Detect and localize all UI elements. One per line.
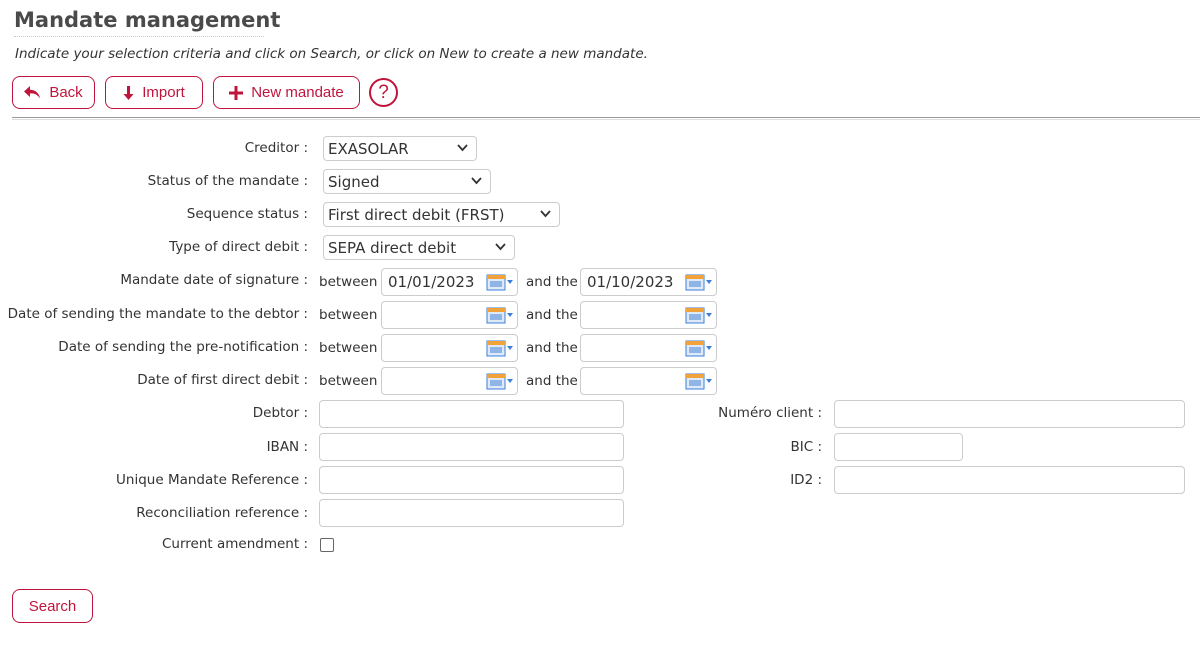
new-mandate-button[interactable]: New mandate: [213, 76, 360, 109]
client-number-input[interactable]: [834, 400, 1185, 428]
sequence-select[interactable]: First direct debit (FRST): [323, 202, 560, 227]
current-amendment-label: Current amendment :: [162, 536, 308, 552]
signature-to-value: 01/10/2023: [587, 273, 674, 291]
prenotification-date-to[interactable]: [580, 334, 717, 362]
and-the-text: and the: [526, 340, 578, 356]
back-label: Back: [49, 84, 83, 101]
page-subtitle: Indicate your selection criteria and cli…: [15, 46, 648, 62]
plus-icon: [229, 85, 244, 100]
sequence-value: First direct debit (FRST): [328, 205, 505, 224]
back-button[interactable]: Back: [12, 76, 95, 109]
calendar-icon[interactable]: [685, 274, 714, 291]
chevron-down-icon: [457, 144, 468, 152]
first-debit-date-to[interactable]: [580, 367, 717, 395]
signature-date-label: Mandate date of signature :: [120, 272, 308, 288]
signature-from-value: 01/01/2023: [388, 273, 475, 291]
toolbar-divider: [12, 117, 1200, 120]
back-arrow-icon: [24, 86, 41, 99]
new-mandate-label: New mandate: [251, 84, 344, 101]
bic-label: BIC :: [790, 439, 822, 455]
between-text: between: [319, 373, 378, 389]
umr-input[interactable]: [319, 466, 624, 494]
search-button[interactable]: Search: [12, 589, 93, 623]
and-the-text: and the: [526, 373, 578, 389]
between-text: between: [319, 340, 378, 356]
help-icon[interactable]: ?: [369, 78, 398, 107]
calendar-icon[interactable]: [685, 340, 714, 357]
id2-label: ID2 :: [790, 472, 822, 488]
sending-date-from[interactable]: [381, 301, 518, 329]
calendar-icon[interactable]: [486, 274, 515, 291]
prenotification-date-from[interactable]: [381, 334, 518, 362]
between-text: between: [319, 274, 378, 290]
first-debit-date-from[interactable]: [381, 367, 518, 395]
first-debit-date-label: Date of first direct debit :: [137, 372, 308, 388]
sending-date-label: Date of sending the mandate to the debto…: [7, 306, 308, 322]
calendar-icon[interactable]: [685, 373, 714, 390]
current-amendment-checkbox[interactable]: [320, 538, 334, 552]
debtor-input[interactable]: [319, 400, 624, 428]
creditor-select[interactable]: EXASOLAR: [323, 136, 477, 161]
reconciliation-label: Reconciliation reference :: [136, 505, 308, 521]
status-value: Signed: [328, 172, 380, 191]
umr-label: Unique Mandate Reference :: [116, 472, 308, 488]
import-label: Import: [142, 84, 185, 101]
between-text: between: [319, 307, 378, 323]
calendar-icon[interactable]: [486, 307, 515, 324]
chevron-down-icon: [540, 210, 551, 218]
id2-input[interactable]: [834, 466, 1185, 494]
iban-input[interactable]: [319, 433, 624, 461]
calendar-icon[interactable]: [685, 307, 714, 324]
search-label: Search: [28, 597, 77, 615]
prenotification-date-label: Date of sending the pre-notification :: [58, 339, 308, 355]
type-label: Type of direct debit :: [169, 239, 308, 255]
type-select[interactable]: SEPA direct debit: [323, 235, 515, 260]
calendar-icon[interactable]: [486, 340, 515, 357]
sending-date-to[interactable]: [580, 301, 717, 329]
page-title: Mandate management: [14, 8, 281, 32]
status-label: Status of the mandate :: [147, 173, 308, 189]
chevron-down-icon: [471, 177, 482, 185]
creditor-value: EXASOLAR: [328, 139, 409, 158]
calendar-icon[interactable]: [486, 373, 515, 390]
sequence-label: Sequence status :: [186, 206, 308, 222]
reconciliation-input[interactable]: [319, 499, 624, 527]
and-the-text: and the: [526, 307, 578, 323]
iban-label: IBAN :: [266, 439, 308, 455]
client-number-label: Numéro client :: [718, 405, 822, 421]
status-select[interactable]: Signed: [323, 169, 491, 194]
signature-date-to[interactable]: 01/10/2023: [580, 268, 717, 296]
title-underline: [14, 36, 264, 37]
type-value: SEPA direct debit: [328, 238, 457, 257]
import-button[interactable]: Import: [105, 76, 203, 109]
and-the-text: and the: [526, 274, 578, 290]
signature-date-from[interactable]: 01/01/2023: [381, 268, 518, 296]
creditor-label: Creditor :: [244, 140, 308, 156]
debtor-label: Debtor :: [252, 405, 308, 421]
chevron-down-icon: [495, 243, 506, 251]
download-arrow-icon: [123, 85, 134, 100]
bic-input[interactable]: [834, 433, 963, 461]
